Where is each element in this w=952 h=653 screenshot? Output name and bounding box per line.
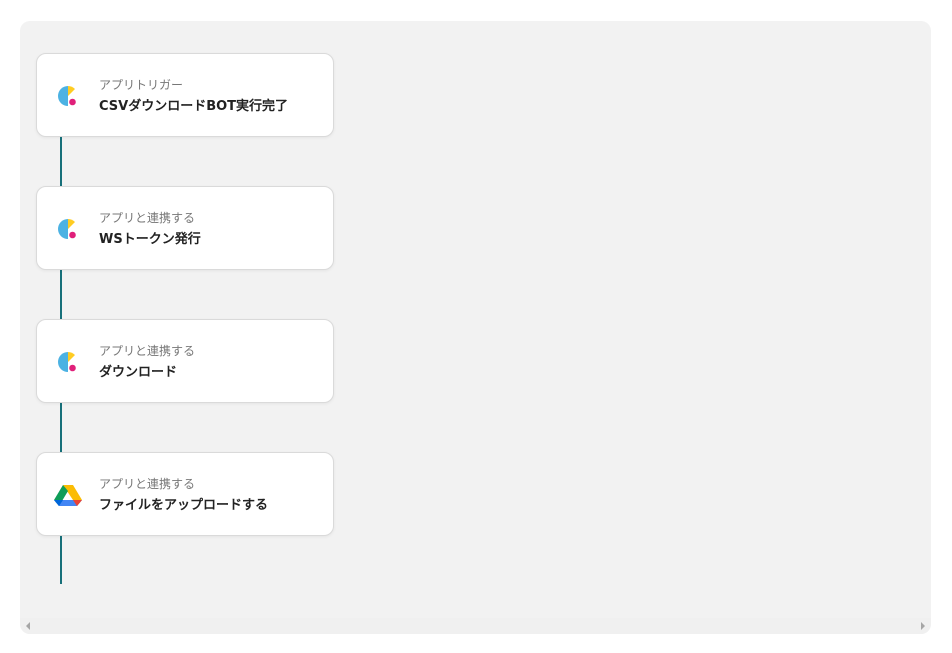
flow-step-card[interactable]: アプリと連携する ダウンロード — [36, 319, 334, 403]
flow-canvas: アプリトリガー CSVダウンロードBOT実行完了 アプリと連携する WSトークン… — [20, 21, 931, 634]
flow-step-card[interactable]: アプリトリガー CSVダウンロードBOT実行完了 — [36, 53, 334, 137]
step-title: ダウンロード — [99, 365, 178, 380]
step-subtitle: アプリと連携する — [99, 344, 196, 358]
step-subtitle: アプリと連携する — [99, 211, 196, 225]
app-c-icon — [53, 214, 83, 244]
step-subtitle: アプリと連携する — [99, 477, 196, 491]
google-drive-icon — [53, 480, 83, 510]
app-c-icon — [53, 347, 83, 377]
flow-connector — [60, 536, 62, 584]
scroll-left-icon[interactable] — [26, 622, 30, 630]
flow-connector — [60, 137, 62, 187]
step-title: CSVダウンロードBOT実行完了 — [99, 99, 289, 114]
flow-connector — [60, 403, 62, 453]
flow-step-card[interactable]: アプリと連携する WSトークン発行 — [36, 186, 334, 270]
flow-step-card[interactable]: アプリと連携する ファイルをアップロードする — [36, 452, 334, 536]
horizontal-scrollbar[interactable] — [20, 618, 931, 634]
step-title: WSトークン発行 — [99, 232, 201, 247]
flow-connector — [60, 270, 62, 320]
app-c-icon — [53, 81, 83, 111]
step-subtitle: アプリトリガー — [99, 78, 184, 92]
step-title: ファイルをアップロードする — [99, 498, 269, 513]
scroll-right-icon[interactable] — [921, 622, 925, 630]
